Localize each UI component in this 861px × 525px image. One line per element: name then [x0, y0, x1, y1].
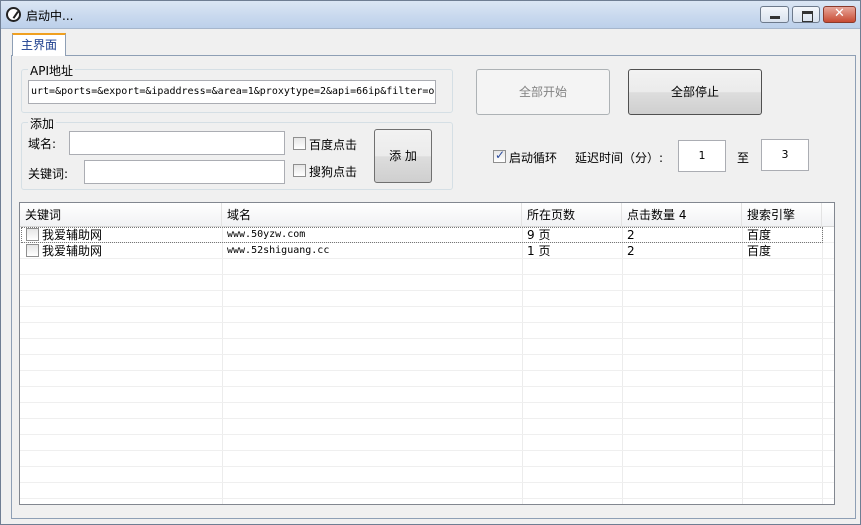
empty-row — [20, 275, 834, 291]
add-button[interactable]: 添 加 — [374, 129, 432, 183]
empty-row — [20, 355, 834, 371]
cell-domain: www.52shiguang.cc — [227, 245, 330, 256]
row-focus-rect — [21, 227, 823, 243]
baidu-click-checkbox[interactable] — [293, 137, 306, 150]
task-list[interactable]: 关键词 域名 所在页数 点击数量 4 搜索引擎 我爱辅助网 www.50yzw.… — [19, 202, 835, 505]
empty-row — [20, 419, 834, 435]
cell-engine: 百度 — [747, 228, 772, 242]
empty-row — [20, 323, 834, 339]
empty-row — [20, 339, 834, 355]
close-button[interactable]: ✕ — [823, 6, 856, 23]
keyword-input[interactable] — [84, 160, 285, 184]
keyword-label: 关键词: — [28, 167, 69, 181]
add-group-label: 添加 — [28, 115, 57, 132]
list-header: 关键词 域名 所在页数 点击数量 4 搜索引擎 — [20, 203, 834, 227]
api-group-label: API地址 — [28, 62, 75, 79]
cell-clicks: 2 — [627, 244, 635, 258]
table-row[interactable]: 我爱辅助网 www.52shiguang.cc 1 页 2 百度 — [20, 243, 834, 259]
title-bar[interactable]: 启动中... ✕ — [1, 1, 860, 29]
tab-main[interactable]: 主界面 — [12, 33, 66, 56]
cell-keyword: 我爱辅助网 — [42, 228, 103, 242]
baidu-click-label: 百度点击 — [309, 138, 358, 152]
sogou-click-checkbox[interactable] — [293, 164, 306, 177]
cell-domain: www.50yzw.com — [227, 229, 306, 240]
cell-clicks: 2 — [627, 228, 635, 242]
empty-row — [20, 435, 834, 451]
delay-max-input[interactable]: 3 — [761, 139, 809, 171]
empty-row — [20, 451, 834, 467]
to-label: 至 — [737, 151, 750, 165]
column-header-page[interactable]: 所在页数 — [522, 203, 622, 227]
empty-row — [20, 291, 834, 307]
close-icon: ✕ — [834, 6, 845, 21]
loop-label: 启动循环 — [509, 151, 558, 165]
minimize-button[interactable] — [760, 6, 789, 23]
delay-label: 延迟时间（分）: — [575, 151, 664, 165]
app-icon — [6, 7, 21, 22]
empty-row — [20, 371, 834, 387]
empty-row — [20, 307, 834, 323]
cell-page: 9 页 — [527, 228, 551, 242]
maximize-button[interactable] — [792, 6, 820, 23]
empty-row — [20, 403, 834, 419]
empty-row — [20, 483, 834, 499]
column-header-domain[interactable]: 域名 — [222, 203, 522, 227]
sogou-click-label: 搜狗点击 — [309, 165, 358, 179]
delay-min-input[interactable]: 1 — [678, 140, 726, 172]
cell-keyword: 我爱辅助网 — [42, 244, 103, 258]
cell-engine: 百度 — [747, 244, 772, 258]
loop-checkbox[interactable] — [493, 148, 506, 163]
table-row[interactable]: 我爱辅助网 www.50yzw.com 9 页 2 百度 — [20, 227, 834, 243]
empty-row — [20, 387, 834, 403]
cell-page: 1 页 — [527, 244, 551, 258]
domain-label: 域名: — [28, 137, 57, 151]
column-header-engine[interactable]: 搜索引擎 — [742, 203, 822, 227]
empty-row — [20, 467, 834, 483]
start-all-button[interactable]: 全部开始 — [476, 69, 610, 115]
window-title: 启动中... — [26, 9, 74, 23]
empty-row — [20, 259, 834, 275]
domain-input[interactable] — [69, 131, 285, 155]
column-header-clicks[interactable]: 点击数量 4 — [622, 203, 742, 227]
stop-all-button[interactable]: 全部停止 — [628, 69, 762, 115]
column-header-keyword[interactable]: 关键词 — [20, 203, 222, 227]
api-url-input[interactable]: urt=&ports=&export=&ipaddress=&area=1&pr… — [28, 80, 436, 104]
